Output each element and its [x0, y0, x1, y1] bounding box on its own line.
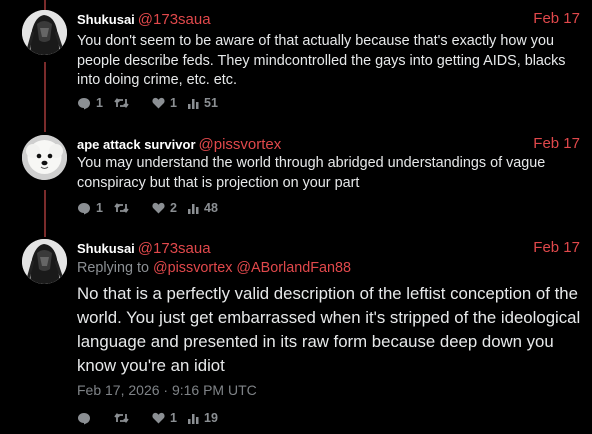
reply-icon	[78, 202, 90, 214]
user-handle[interactable]: @173saua	[138, 11, 211, 28]
reply-button[interactable]: 1	[77, 96, 104, 110]
like-count: 1	[170, 411, 177, 425]
views-button[interactable]: 48	[188, 201, 218, 215]
tweet-header: Shukusai @173saua Feb 17	[77, 10, 580, 28]
like-button[interactable]: 2	[152, 201, 178, 215]
user-handle[interactable]: @173saua	[138, 240, 211, 257]
view-count: 48	[204, 201, 218, 215]
heart-icon	[152, 202, 165, 214]
tweet-text: No that is a perfectly valid description…	[77, 284, 581, 375]
retweet-button[interactable]	[114, 412, 142, 424]
display-name[interactable]: ape attack survivor	[77, 137, 196, 152]
bar-chart-icon	[188, 413, 199, 424]
avatar[interactable]	[22, 135, 67, 180]
like-button[interactable]: 1	[152, 96, 178, 110]
views-button[interactable]: 19	[188, 411, 218, 425]
retweet-icon	[114, 98, 129, 108]
like-count: 1	[170, 96, 177, 110]
heart-icon	[152, 97, 165, 109]
replying-to: Replying to @pissvortex @ABorlandFan88	[77, 259, 351, 277]
white-dog-avatar-icon	[22, 135, 67, 180]
tweet[interactable]: Shukusai @173saua Feb 17 You don't seem t…	[0, 10, 592, 122]
view-count: 19	[204, 411, 218, 425]
tweet[interactable]: ape attack survivor @pissvortex Feb 17 Yo…	[0, 135, 592, 225]
retweet-button[interactable]	[114, 97, 142, 109]
reply-icon	[78, 97, 90, 109]
retweet-button[interactable]	[114, 202, 142, 214]
reply-count: 1	[96, 201, 103, 215]
bar-chart-icon	[188, 203, 199, 214]
avatar[interactable]	[22, 239, 67, 284]
thread-connector	[44, 0, 46, 10]
views-button[interactable]: 51	[188, 96, 218, 110]
mention-link[interactable]: @ABorlandFan88	[236, 260, 351, 276]
like-button[interactable]: 1	[152, 411, 178, 425]
heart-icon	[152, 412, 165, 424]
avatar[interactable]	[22, 10, 67, 55]
display-name[interactable]: Shukusai	[77, 241, 135, 256]
dark-figure-avatar-icon	[22, 239, 67, 284]
replying-to-label: Replying to	[77, 260, 149, 276]
tweet-actions: 1 1 51	[77, 96, 228, 110]
bar-chart-icon	[188, 98, 199, 109]
focused-tweet[interactable]: Shukusai @173saua Feb 17 Replying to @pis…	[0, 239, 592, 429]
tweet-date[interactable]: Feb 17	[533, 10, 580, 28]
view-count: 51	[204, 96, 218, 110]
tweet-actions: 1 2 48	[77, 201, 228, 215]
reply-button[interactable]: 1	[77, 201, 104, 215]
tweet-header: ape attack survivor @pissvortex Feb 17	[77, 135, 580, 153]
dark-figure-avatar-icon	[22, 10, 67, 55]
user-handle[interactable]: @pissvortex	[199, 136, 282, 153]
reply-count: 1	[96, 96, 103, 110]
reply-icon	[78, 412, 90, 424]
tweet-date[interactable]: Feb 17	[533, 135, 580, 153]
tweet-date[interactable]: Feb 17	[533, 239, 580, 257]
mention-link[interactable]: @pissvortex	[153, 260, 232, 276]
retweet-icon	[114, 203, 129, 213]
tweet-actions: 1 19	[77, 411, 228, 425]
like-count: 2	[170, 201, 177, 215]
tweet-text: You may understand the world through abr…	[77, 155, 546, 191]
retweet-icon	[114, 413, 129, 423]
tweet-timestamp[interactable]: Feb 17, 2026 · 9:16 PM UTC	[77, 382, 257, 398]
tweet-header: Shukusai @173saua Feb 17	[77, 239, 580, 257]
display-name[interactable]: Shukusai	[77, 12, 135, 27]
tweet-text: You don't seem to be aware of that actua…	[77, 33, 566, 88]
reply-button[interactable]	[77, 412, 104, 425]
